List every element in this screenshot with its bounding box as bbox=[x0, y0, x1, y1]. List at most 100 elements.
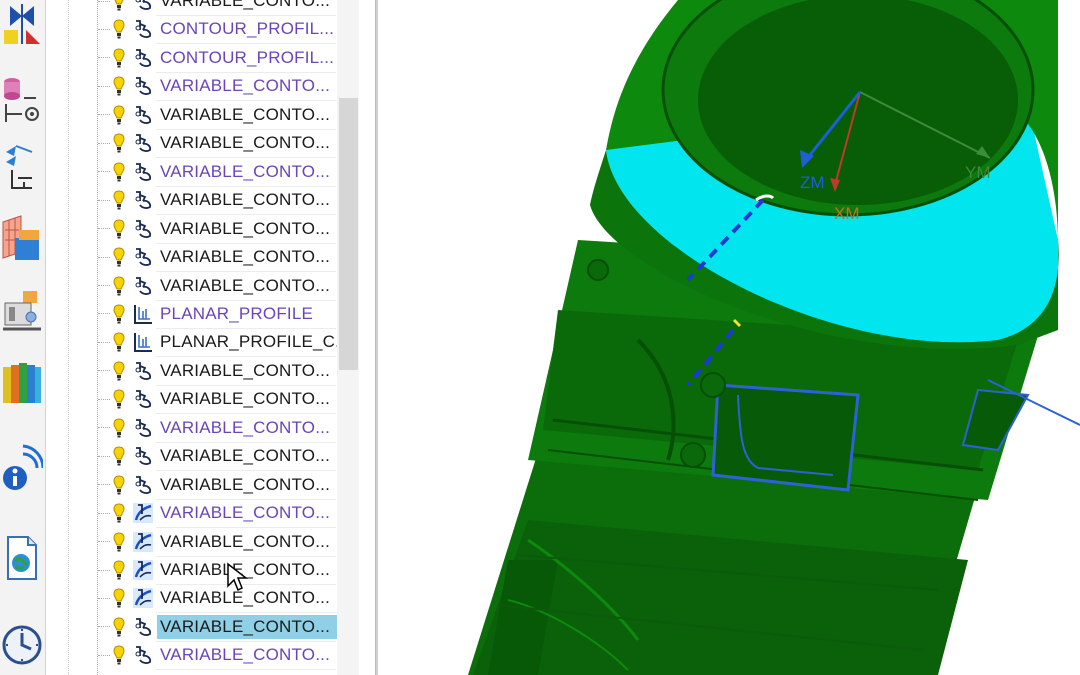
operation-row[interactable]: VARIABLE_CONTO... bbox=[98, 73, 338, 99]
variable-contour-blue-icon bbox=[132, 531, 154, 553]
status-lightbulb-icon bbox=[112, 616, 126, 638]
operation-label[interactable]: PLANAR_PROFILE_C... bbox=[157, 330, 337, 354]
operation-label[interactable]: VARIABLE_CONTO... bbox=[157, 274, 337, 298]
status-lightbulb-icon bbox=[112, 75, 126, 97]
tree-branch-line bbox=[98, 285, 110, 286]
tree-branch-line bbox=[98, 85, 110, 87]
tree-branch-line bbox=[98, 597, 110, 599]
operation-row[interactable]: VARIABLE_CONTO... bbox=[98, 415, 338, 441]
operation-row[interactable]: VARIABLE_CONTO... bbox=[98, 529, 338, 555]
operation-label[interactable]: VARIABLE_CONTO... bbox=[157, 131, 337, 155]
operation-label[interactable]: VARIABLE_CONTO... bbox=[157, 530, 337, 554]
ym-axis-label: YM bbox=[965, 163, 991, 182]
operation-label[interactable]: VARIABLE_CONTO... bbox=[157, 501, 337, 525]
operation-label[interactable]: VARIABLE_CONTO... bbox=[157, 74, 337, 98]
contour-icon bbox=[132, 47, 154, 69]
operation-label[interactable]: VARIABLE_CONTO... bbox=[157, 103, 337, 127]
process-icon[interactable] bbox=[0, 282, 44, 342]
tree-branch-line bbox=[98, 341, 110, 343]
tree-guide-line bbox=[68, 0, 69, 675]
contour-icon bbox=[132, 161, 154, 183]
tree-branch-line bbox=[98, 398, 110, 400]
status-lightbulb-icon bbox=[112, 161, 126, 183]
operation-label[interactable]: VARIABLE_CONTO... bbox=[157, 188, 337, 212]
navigator-scrollbar-thumb[interactable] bbox=[339, 98, 358, 370]
information-icon[interactable] bbox=[0, 440, 44, 500]
tree-branch-line bbox=[98, 313, 110, 315]
tree-branch-line bbox=[98, 142, 110, 144]
machine-tool-icon[interactable] bbox=[0, 208, 44, 272]
contour-icon bbox=[132, 616, 154, 638]
variable-contour-blue-icon bbox=[132, 502, 154, 524]
row-separator bbox=[156, 669, 336, 671]
operation-row[interactable]: VARIABLE_CONTO... bbox=[98, 443, 338, 469]
operation-row[interactable]: VARIABLE_CONTO... bbox=[98, 273, 338, 299]
library-icon[interactable] bbox=[0, 352, 44, 412]
operation-label[interactable]: VARIABLE_CONTO... bbox=[157, 359, 337, 383]
operation-label[interactable]: VARIABLE_CONTO... bbox=[157, 473, 337, 497]
tree-branch-line bbox=[98, 114, 110, 116]
operation-row[interactable]: VARIABLE_CONTO... bbox=[98, 500, 338, 526]
tree-branch-line bbox=[98, 0, 110, 2]
status-lightbulb-icon bbox=[112, 417, 126, 439]
status-lightbulb-icon bbox=[112, 644, 126, 666]
tree-branch-line bbox=[98, 171, 110, 173]
operation-label[interactable]: VARIABLE_CONTO... bbox=[157, 444, 337, 468]
part-navigator-icon[interactable] bbox=[0, 70, 44, 130]
operation-label[interactable]: VARIABLE_CONTO... bbox=[157, 416, 337, 440]
operation-row[interactable]: PLANAR_PROFILE_C... bbox=[98, 329, 338, 355]
operation-row[interactable]: PLANAR_PROFILE bbox=[98, 301, 338, 327]
status-lightbulb-icon bbox=[112, 0, 126, 12]
operation-label[interactable]: VARIABLE_CONTO... bbox=[157, 643, 337, 667]
operation-row[interactable]: VARIABLE_CONTO... bbox=[98, 159, 338, 185]
status-lightbulb-icon bbox=[112, 275, 126, 297]
operation-row[interactable]: VARIABLE_CONTO... bbox=[98, 244, 338, 270]
operation-label[interactable]: PLANAR_PROFILE bbox=[157, 302, 337, 326]
contour-icon bbox=[132, 644, 154, 666]
operation-row[interactable]: VARIABLE_CONTO... bbox=[98, 358, 338, 384]
web-browser-icon[interactable] bbox=[0, 528, 44, 588]
tree-branch-line bbox=[98, 541, 110, 543]
tree-branch-line bbox=[98, 569, 110, 571]
operation-row[interactable]: VARIABLE_CONTO... bbox=[98, 216, 338, 242]
operation-row[interactable]: VARIABLE_CONTO... bbox=[98, 557, 338, 583]
contour-icon bbox=[132, 417, 154, 439]
operation-row[interactable]: VARIABLE_CONTO... bbox=[98, 614, 338, 640]
operation-label[interactable]: VARIABLE_CONTO... bbox=[157, 217, 337, 241]
operation-label[interactable]: VARIABLE_CONTO... bbox=[157, 245, 337, 269]
operation-row[interactable]: VARIABLE_CONTO... bbox=[98, 472, 338, 498]
status-lightbulb-icon bbox=[112, 445, 126, 467]
operation-navigator-icon[interactable] bbox=[0, 138, 44, 198]
tree-branch-line bbox=[98, 228, 110, 230]
operation-label[interactable]: CONTOUR_PROFIL... bbox=[157, 17, 337, 41]
assembly-constraint-icon[interactable] bbox=[0, 0, 44, 48]
operation-row[interactable]: CONTOUR_PROFIL... bbox=[98, 16, 338, 42]
operation-row[interactable]: VARIABLE_CONTO... bbox=[98, 386, 338, 412]
operation-row[interactable]: VARIABLE_CONTO... bbox=[98, 642, 338, 668]
xm-axis-label: XM bbox=[834, 204, 860, 223]
status-lightbulb-icon bbox=[112, 189, 126, 211]
contour-icon bbox=[132, 275, 154, 297]
status-lightbulb-icon bbox=[112, 246, 126, 268]
status-lightbulb-icon bbox=[112, 531, 126, 553]
history-icon[interactable] bbox=[0, 614, 44, 674]
variable-contour-blue-icon bbox=[132, 559, 154, 581]
tree-branch-line bbox=[98, 626, 110, 628]
operation-row[interactable]: VARIABLE_CONTO... bbox=[98, 130, 338, 156]
operation-row[interactable]: VARIABLE_CONTO... bbox=[98, 585, 338, 611]
operation-row[interactable]: CONTOUR_PROFIL... bbox=[98, 45, 338, 71]
operation-row[interactable]: VARIABLE_CONTO... bbox=[98, 0, 338, 14]
operation-label[interactable]: VARIABLE_CONTO... bbox=[157, 614, 337, 639]
operation-row[interactable]: VARIABLE_CONTO... bbox=[98, 187, 338, 213]
status-lightbulb-icon bbox=[112, 303, 126, 325]
graphics-viewport[interactable]: YM ZM XM bbox=[378, 0, 1080, 675]
operation-label[interactable]: VARIABLE_CONTO... bbox=[157, 387, 337, 411]
operation-label[interactable]: CONTOUR_PROFIL... bbox=[157, 46, 337, 70]
contour-icon bbox=[132, 360, 154, 382]
operation-label[interactable]: VARIABLE_CONTO... bbox=[157, 0, 337, 13]
part-model[interactable]: YM ZM XM bbox=[378, 0, 1080, 675]
operation-row[interactable]: VARIABLE_CONTO... bbox=[98, 102, 338, 128]
tree-branch-line bbox=[98, 370, 110, 372]
operation-label[interactable]: VARIABLE_CONTO... bbox=[157, 160, 337, 184]
tree-branch-line bbox=[98, 427, 110, 429]
